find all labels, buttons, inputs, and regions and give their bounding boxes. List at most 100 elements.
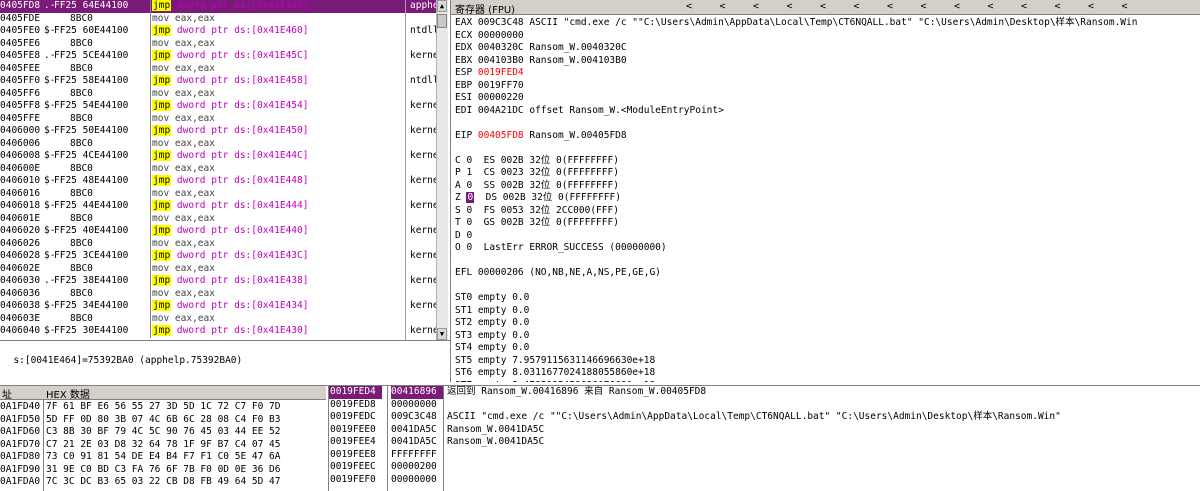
register-text: A 0 SS 002B 32位 0(FFFFFFFF) [455, 179, 619, 191]
scroll-up-arrow-icon[interactable]: ▲ [437, 0, 447, 12]
disassembly-row[interactable]: 040600E 8BC0 mov eax,eax [0, 162, 436, 175]
disassembly-row[interactable]: 0405FE8 .- FF25 5CE44100 jmp dword ptr ds:[… [0, 50, 436, 63]
left-arrow-icon[interactable]: < [1055, 1, 1061, 12]
left-arrow-icon[interactable]: < [1021, 1, 1027, 12]
instruction-bytes: FF25 54E44100 [54, 100, 129, 111]
left-arrow-icon[interactable]: < [1088, 1, 1094, 12]
instruction-address: 0406036 [0, 287, 41, 299]
instruction-comment: kerne [410, 175, 436, 186]
instruction-text: mov eax,eax [152, 38, 402, 51]
instruction-comment: ntdll [410, 75, 436, 86]
instruction-operand: dword ptr ds:[0x41E454] [176, 100, 309, 111]
instruction-bytes: 8BC0 [70, 112, 93, 124]
stack-row[interactable]: 0019FEDC 009C3C48 ASCII "cmd.exe /c ""C:\U… [329, 411, 1200, 424]
disassembly-row[interactable]: 0405FDE 8BC0 mov eax,eax [0, 12, 436, 25]
instruction-text: jmp dword ptr ds:[0x41E440] [152, 225, 402, 238]
stack-row[interactable]: 0019FEE0 0041DA5C Ransom_W.0041DA5C [329, 424, 1200, 437]
register-line: EFL 00000206 (NO,NB,NE,A,NS,PE,GE,G) [455, 267, 661, 280]
hex-address: 0A1FD60 [0, 426, 41, 437]
stack-pane[interactable]: 0019FED4 00416896 返回到 Ransom_W.00416896 来自… [328, 385, 1200, 491]
disassembly-row[interactable]: 0405FF0 $- FF25 58E44100 jmp dword ptr ds:[… [0, 75, 436, 88]
hex-dump-pane[interactable]: 址 HEX 数据 0A1FD40 7F 61 BF E6 56 55 27 3D … [0, 385, 328, 491]
left-arrow-icon[interactable]: < [820, 1, 826, 12]
register-text-suffix: DS 002B 32位 0(FFFFFFFF) [474, 192, 621, 203]
disassembly-row[interactable]: 0405FEE 8BC0 mov eax,eax [0, 62, 436, 75]
disassembly-row[interactable]: 0405FFE 8BC0 mov eax,eax [0, 112, 436, 125]
disassembly-row[interactable]: 0406016 8BC0 mov eax,eax [0, 187, 436, 200]
jump-marker: $- [44, 200, 56, 211]
info-line-text: s:[0041E464]=75392BA0 (apphelp.75392BA0) [13, 355, 243, 366]
register-line: Z 0 DS 002B 32位 0(FFFFFFFF) [455, 192, 621, 205]
stack-row[interactable]: 0019FEE8 FFFFFFFF [329, 449, 1200, 462]
left-arrow-icon[interactable]: < [1122, 1, 1128, 12]
disassembly-scroll-thumb[interactable] [437, 14, 447, 28]
instruction-text: mov eax,eax [152, 88, 402, 101]
left-arrow-icon[interactable]: < [988, 1, 994, 12]
disassembly-row[interactable]: 0405FF8 $- FF25 54E44100 jmp dword ptr ds:[… [0, 100, 436, 113]
left-arrow-icon[interactable]: < [954, 1, 960, 12]
instruction-operand: dword ptr ds:[0x41E460] [176, 25, 309, 36]
disassembly-row[interactable]: 0405FE6 8BC0 mov eax,eax [0, 37, 436, 51]
disassembly-row[interactable]: 0406026 8BC0 mov eax,eax [0, 237, 436, 250]
register-text: S 0 FS 0053 32位 2CC000(FFF) [455, 204, 619, 216]
instruction-text: jmp dword ptr ds:[0x41E430] [152, 325, 402, 338]
disassembly-row[interactable]: 0406040 $- FF25 30E44100 jmp dword ptr ds:[… [0, 325, 436, 338]
disassembly-row[interactable]: 0406006 8BC0 mov eax,eax [0, 137, 436, 150]
register-value-changed[interactable]: 0019FED4 [478, 67, 524, 78]
disassembly-row[interactable]: 040602E 8BC0 mov eax,eax [0, 262, 436, 275]
instruction-opcode: mov [152, 112, 170, 124]
disassembly-pane[interactable]: 0405FD8 .- FF25 64E44100 jmp dword ptr ds:[… [0, 0, 448, 340]
instruction-bytes: FF25 60E44100 [54, 25, 129, 36]
disassembly-row[interactable]: 040601E 8BC0 mov eax,eax [0, 212, 436, 225]
scroll-down-arrow-icon[interactable]: ▼ [437, 328, 447, 340]
disassembly-row[interactable]: 0406030 .- FF25 38E44100 jmp dword ptr ds:[… [0, 275, 436, 288]
disassembly-row[interactable]: 0406010 $- FF25 48E44100 jmp dword ptr ds:[… [0, 175, 436, 188]
instruction-bytes: 8BC0 [70, 37, 93, 49]
jump-marker: .- [44, 50, 56, 61]
stack-address: 0019FEE4 [330, 436, 376, 447]
left-arrow-icon[interactable]: < [887, 1, 893, 12]
instruction-operand: dword ptr ds:[0x41E434] [176, 300, 309, 311]
column-separator [150, 187, 151, 200]
instruction-opcode: jmp [152, 275, 172, 286]
instruction-operand: eax,eax [174, 212, 215, 224]
disassembly-row[interactable]: 0406028 $- FF25 3CE44100 jmp dword ptr ds:[… [0, 250, 436, 263]
instruction-address: 0405FF6 [0, 87, 41, 99]
stack-row[interactable]: 0019FED8 00000000 [329, 399, 1200, 412]
stack-row[interactable]: 0019FEF0 00000000 [329, 474, 1200, 487]
column-separator [150, 212, 151, 225]
register-line: ST7 empty 2.4785195459036076680e+18 [455, 380, 655, 383]
column-separator [150, 150, 151, 163]
disassembly-row[interactable]: 0406000 $- FF25 50E44100 jmp dword ptr ds:[… [0, 125, 436, 138]
column-separator [150, 200, 151, 213]
disassembly-row[interactable]: 0406008 $- FF25 4CE44100 jmp dword ptr ds:[… [0, 150, 436, 163]
left-arrow-icon[interactable]: < [854, 1, 860, 12]
disassembly-row[interactable]: 0406018 $- FF25 44E44100 jmp dword ptr ds:[… [0, 200, 436, 213]
left-arrow-icon[interactable]: < [753, 1, 759, 12]
register-line: EDX 0040320C Ransom_W.0040320C [455, 42, 627, 55]
left-arrow-icon[interactable]: < [686, 1, 692, 12]
instruction-address: 0406008 [0, 150, 41, 161]
disassembly-row[interactable]: 0405FF6 8BC0 mov eax,eax [0, 87, 436, 101]
disassembly-row[interactable]: 0405FE0 $- FF25 60E44100 jmp dword ptr ds:[… [0, 25, 436, 38]
stack-row[interactable]: 0019FEE4 0041DA5C Ransom_W.0041DA5C [329, 436, 1200, 449]
left-arrow-icon[interactable]: < [787, 1, 793, 12]
stack-row[interactable]: 0019FED4 00416896 返回到 Ransom_W.00416896 来自… [329, 386, 1200, 399]
instruction-bytes: FF25 4CE44100 [54, 150, 129, 161]
registers-pane[interactable]: 寄存器 (FPU) < < < < < < < < < < < < < < EAX 009C3C48 AS… [450, 0, 1200, 382]
disassembly-row[interactable]: 040603E 8BC0 mov eax,eax [0, 312, 436, 325]
jump-marker: .- [44, 275, 56, 286]
register-value-changed[interactable]: 00405FD8 [478, 130, 524, 141]
disassembly-row[interactable]: 0406038 $- FF25 34E44100 jmp dword ptr ds:[… [0, 300, 436, 313]
disassembly-row[interactable]: 0406036 8BC0 mov eax,eax [0, 287, 436, 300]
left-arrow-icon[interactable]: < [921, 1, 927, 12]
instruction-operand: dword ptr ds:[0x41E43C] [176, 250, 309, 261]
disassembly-row[interactable]: 0406020 $- FF25 40E44100 jmp dword ptr ds:[… [0, 225, 436, 238]
register-line: ST6 empty 8.0311677024188055860e+18 [455, 367, 655, 380]
left-arrow-icon[interactable]: < [720, 1, 726, 12]
instruction-bytes: FF25 30E44100 [54, 325, 129, 336]
disassembly-scrollbar[interactable] [436, 0, 448, 340]
stack-row[interactable]: 0019FEEC 00000200 [329, 461, 1200, 474]
hex-address: 0A1FD90 [0, 463, 41, 475]
disassembly-row[interactable]: 0405FD8 .- FF25 64E44100 jmp dword ptr ds:[… [0, 0, 436, 13]
